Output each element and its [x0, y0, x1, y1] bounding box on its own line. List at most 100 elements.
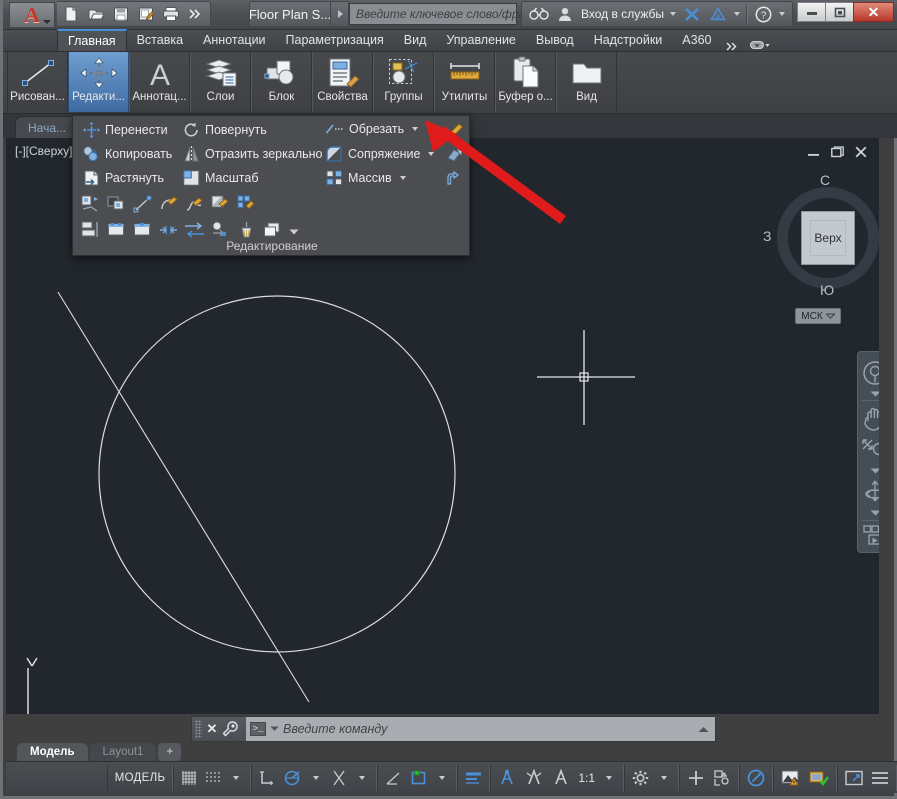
join-icon[interactable] — [157, 220, 179, 240]
tab-addins[interactable]: Надстройки — [584, 29, 673, 51]
file-tab-start[interactable]: Нача... — [15, 116, 79, 138]
reverse-icon[interactable] — [209, 194, 231, 214]
snap-dropdown[interactable] — [225, 766, 247, 790]
command-array[interactable]: Массив — [326, 170, 406, 186]
isolate-objects-button[interactable] — [709, 766, 735, 790]
ribbon-panel-properties[interactable]: Свойства — [312, 52, 373, 112]
close-viewport-icon[interactable] — [855, 146, 867, 158]
tab-view[interactable]: Вид — [394, 29, 437, 51]
ribbon-panel-annotation[interactable]: A Аннотац... — [129, 52, 190, 112]
set-by-layer-icon[interactable] — [209, 220, 231, 240]
edit-polyline-icon[interactable] — [235, 194, 257, 214]
print-icon[interactable] — [161, 4, 181, 24]
chevron-down-icon[interactable] — [779, 12, 785, 16]
more-commands-icon[interactable] — [186, 4, 206, 24]
ribbon-panel-draw[interactable]: Рисован... — [7, 52, 68, 112]
match-properties-icon[interactable] — [444, 120, 466, 140]
tab-parametric[interactable]: Параметризация — [276, 29, 394, 51]
search-input[interactable]: Введите ключевое слово/фразу — [349, 3, 517, 25]
showmotion-icon[interactable] — [860, 523, 879, 553]
object-snap-button[interactable] — [381, 766, 406, 790]
sign-in-label[interactable]: Вход в службы — [581, 7, 664, 21]
orbit-dropdown-icon[interactable] — [860, 509, 879, 518]
dynamic-ucs-button[interactable] — [406, 766, 431, 790]
lengthen-icon[interactable] — [131, 194, 153, 214]
close-command-line-button[interactable]: ✕ — [202, 721, 222, 737]
viewcube-north-label[interactable]: С — [820, 172, 830, 188]
workspace-dropdown[interactable] — [653, 766, 675, 790]
search-help-icon[interactable] — [529, 4, 549, 24]
ucs-selector-dropdown[interactable]: МСК — [795, 308, 841, 324]
save-icon[interactable] — [111, 4, 131, 24]
chevron-down-icon[interactable] — [412, 127, 418, 131]
tab-annotate[interactable]: Аннотации — [193, 29, 275, 51]
ribbon-panel-utilities[interactable]: Утилиты — [434, 52, 495, 112]
tab-a360[interactable]: А360 — [672, 29, 721, 51]
ribbon-minimize-icon[interactable] — [745, 40, 775, 51]
annotation-scale-value[interactable]: 1:1 — [575, 771, 598, 785]
document-menu-arrow-icon[interactable] — [331, 1, 349, 27]
command-fillet[interactable]: Сопряжение — [326, 146, 434, 162]
ucs-dropdown[interactable] — [431, 766, 453, 790]
offset-icon[interactable] — [105, 220, 127, 240]
pan-icon[interactable] — [860, 403, 879, 433]
command-copy[interactable]: Копировать — [83, 146, 172, 162]
model-space-button[interactable]: МОДЕЛЬ — [111, 766, 170, 790]
ribbon-panel-block[interactable]: Блок — [251, 52, 312, 112]
tab-insert[interactable]: Вставка — [127, 29, 193, 51]
minimize-viewport-icon[interactable] — [807, 147, 820, 158]
polar-dropdown[interactable] — [305, 766, 327, 790]
overlap-objects-icon[interactable] — [261, 220, 283, 240]
osnap-dropdown[interactable] — [351, 766, 373, 790]
add-layout-button[interactable]: + — [158, 743, 181, 761]
wrench-icon[interactable] — [222, 721, 244, 737]
maximize-viewport-icon[interactable] — [831, 146, 844, 158]
zoom-extents-icon[interactable] — [860, 435, 879, 465]
help-icon[interactable]: ? — [753, 4, 773, 24]
command-stretch[interactable]: Растянуть — [83, 170, 164, 186]
command-move[interactable]: Перенести — [83, 122, 168, 138]
close-window-button[interactable]: ✕ — [853, 2, 894, 22]
drag-handle[interactable] — [195, 720, 202, 738]
autoscale-button[interactable] — [521, 766, 548, 790]
tab-model[interactable]: Модель — [17, 743, 88, 761]
command-mirror[interactable]: Отразить зеркально — [183, 146, 323, 162]
command-input[interactable]: >_ Введите команду — [246, 717, 715, 741]
command-rotate[interactable]: Повернуть — [183, 122, 267, 138]
hardware-acceleration-button[interactable] — [743, 766, 769, 790]
tab-layout1[interactable]: Layout1 — [90, 743, 157, 761]
steering-wheel-icon[interactable] — [860, 358, 879, 388]
customization-button[interactable] — [867, 766, 893, 790]
annotation-visibility-button[interactable] — [494, 766, 521, 790]
drawing-status-button[interactable] — [805, 766, 833, 790]
viewcube-east-label[interactable]: В — [878, 228, 879, 244]
annotation-monitor-button[interactable] — [683, 766, 709, 790]
chevron-down-icon[interactable] — [400, 176, 406, 180]
tab-output[interactable]: Вывод — [526, 29, 584, 51]
edit-spline-icon[interactable] — [444, 168, 466, 188]
chevron-down-icon[interactable] — [734, 12, 740, 16]
autodesk-icon[interactable] — [708, 4, 728, 24]
viewcube[interactable]: Верх С З В Ю — [768, 178, 879, 298]
open-document-icon[interactable] — [86, 4, 106, 24]
lineweight-button[interactable] — [461, 766, 486, 790]
break-at-point-icon[interactable] — [79, 194, 101, 214]
scale-dropdown[interactable] — [598, 766, 620, 790]
clean-screen-button[interactable] — [841, 766, 867, 790]
erase-icon[interactable] — [131, 220, 153, 240]
application-menu-button[interactable]: A — [9, 2, 55, 28]
workspace-switching-button[interactable] — [628, 766, 653, 790]
annotation-scale-button[interactable] — [548, 766, 575, 790]
user-account-icon[interactable] — [555, 4, 575, 24]
edit-hatch-icon[interactable] — [444, 144, 466, 164]
minimize-window-button[interactable] — [797, 2, 826, 22]
paint-format-icon[interactable] — [235, 220, 257, 240]
ortho-mode-button[interactable] — [255, 766, 279, 790]
viewport-label[interactable]: [-][Сверху] — [15, 144, 72, 158]
maximize-window-button[interactable] — [825, 2, 854, 22]
steering-wheel-dropdown-icon[interactable] — [860, 390, 879, 399]
viewcube-south-label[interactable]: Ю — [820, 282, 834, 298]
command-prompt-dropdown-icon[interactable] — [270, 726, 279, 732]
viewcube-top-face[interactable]: Верх — [801, 211, 855, 265]
polar-tracking-button[interactable] — [279, 766, 305, 790]
